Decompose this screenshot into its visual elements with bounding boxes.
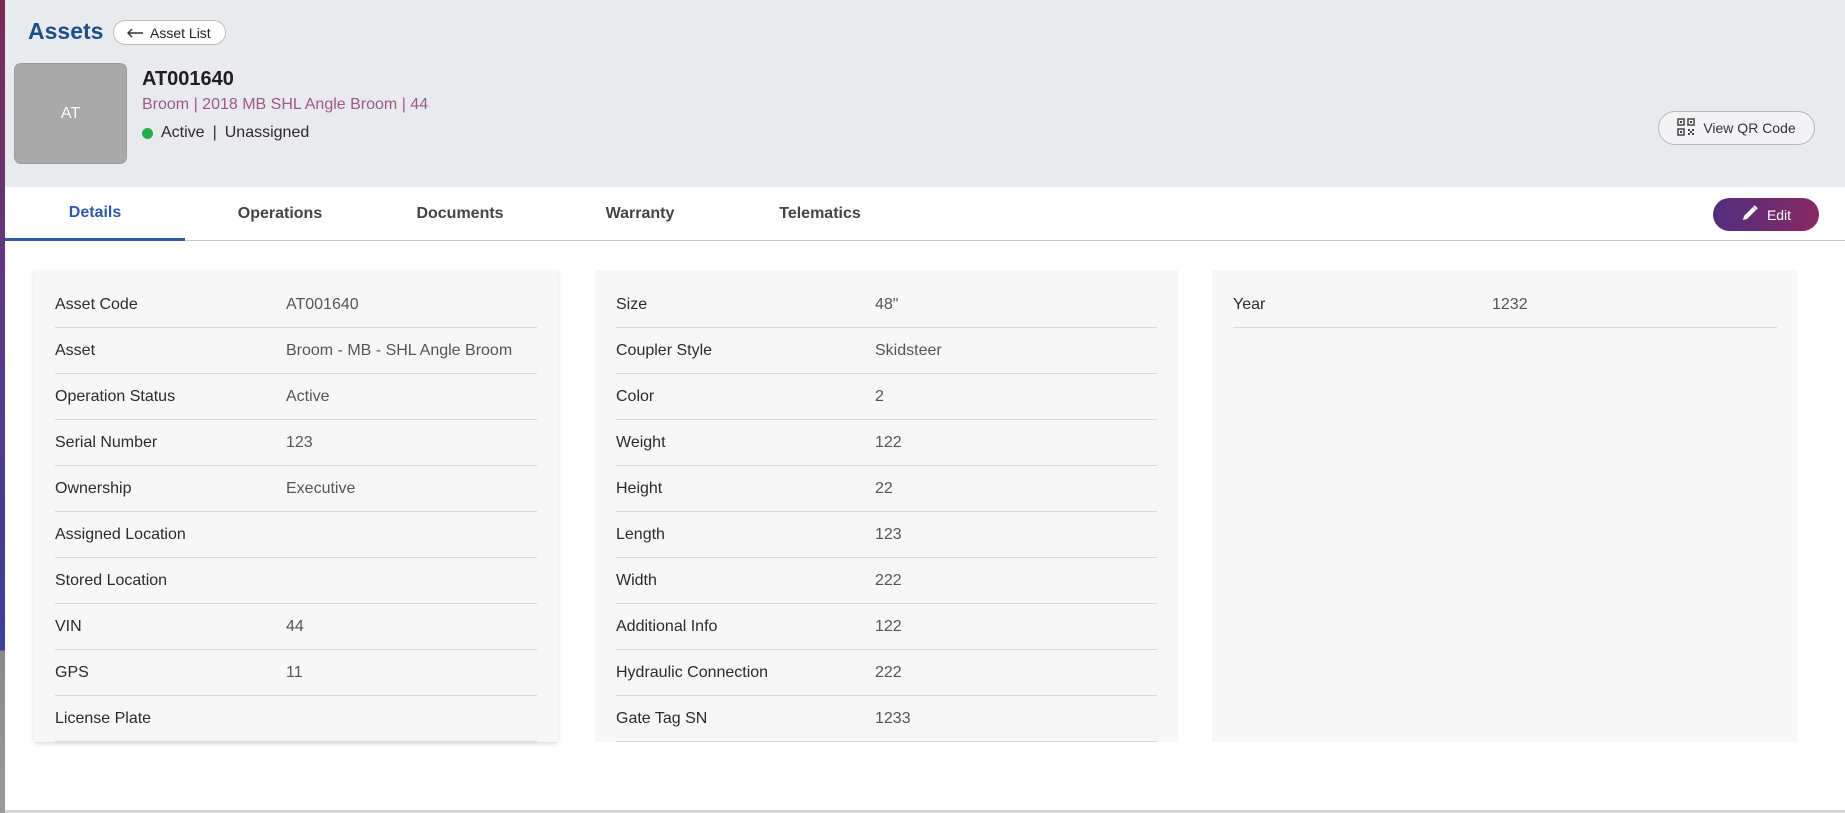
back-button-label: Asset List xyxy=(150,24,211,41)
detail-value: 48" xyxy=(875,295,899,313)
detail-value: 222 xyxy=(875,663,902,681)
detail-value: 2 xyxy=(875,387,884,405)
detail-label: Color xyxy=(616,387,655,405)
asset-avatar: AT xyxy=(14,63,127,164)
detail-value: 1232 xyxy=(1492,295,1528,313)
detail-label: Additional Info xyxy=(616,617,718,635)
detail-value: 123 xyxy=(875,525,902,543)
detail-row: Coupler Style Skidsteer xyxy=(616,328,1157,374)
detail-label: Assigned Location xyxy=(55,525,186,543)
details-card-general: Asset Code AT001640 Asset Broom - MB - SHL… xyxy=(34,270,558,742)
detail-label: Weight xyxy=(616,433,666,451)
detail-label: GPS xyxy=(55,663,89,681)
detail-value: Broom - MB - SHL Angle Broom xyxy=(286,341,513,359)
detail-row: Width 222 xyxy=(616,558,1157,604)
detail-row: Year 1232 xyxy=(1233,282,1777,328)
detail-value: 22 xyxy=(875,479,893,497)
detail-value: 11 xyxy=(286,663,303,681)
tab-label: Documents xyxy=(416,204,504,222)
detail-label: Hydraulic Connection xyxy=(616,663,769,681)
detail-row: Length 123 xyxy=(616,512,1157,558)
edit-button[interactable]: Edit xyxy=(1713,198,1819,231)
detail-value: 44 xyxy=(286,617,304,635)
status-dot-icon xyxy=(142,127,153,139)
detail-label: Stored Location xyxy=(55,571,168,589)
detail-row: Additional Info 122 xyxy=(616,604,1157,650)
detail-row: Operation Status Active xyxy=(55,374,537,420)
detail-label: Operation Status xyxy=(55,387,176,405)
tab-warranty[interactable]: Warranty xyxy=(550,187,730,240)
detail-row: Assigned Location xyxy=(55,512,537,558)
qr-code-icon xyxy=(1677,117,1696,139)
detail-label: License Plate xyxy=(55,709,152,727)
tab-bar: Details Operations Documents Warranty Te… xyxy=(5,187,1845,241)
edit-button-label: Edit xyxy=(1766,206,1792,223)
detail-value: Active xyxy=(286,387,330,405)
asset-list-back-button[interactable]: Asset List xyxy=(113,20,226,45)
tab-label: Warranty xyxy=(605,204,675,222)
detail-row: Gate Tag SN 1233 xyxy=(616,696,1157,742)
detail-label: Coupler Style xyxy=(616,341,713,359)
page-title: Assets xyxy=(28,18,104,44)
tab-telematics[interactable]: Telematics xyxy=(730,187,910,240)
detail-row: Asset Code AT001640 xyxy=(55,282,537,328)
detail-label: Year xyxy=(1233,295,1266,313)
detail-value: Executive xyxy=(286,479,356,497)
detail-value: 222 xyxy=(875,571,902,589)
detail-row: Stored Location xyxy=(55,558,537,604)
arrow-left-icon xyxy=(126,25,144,41)
detail-label: Asset xyxy=(55,341,96,359)
detail-label: Ownership xyxy=(55,479,132,497)
tab-label: Operations xyxy=(237,204,323,222)
detail-value: 122 xyxy=(875,433,902,451)
detail-label: Asset Code xyxy=(55,295,138,313)
detail-row: VIN 44 xyxy=(55,604,537,650)
detail-row: License Plate xyxy=(55,696,537,742)
detail-value: 1233 xyxy=(875,709,911,727)
detail-label: VIN xyxy=(55,617,82,635)
detail-row: Size 48" xyxy=(616,282,1157,328)
detail-value: AT001640 xyxy=(286,295,359,313)
detail-row: Weight 122 xyxy=(616,420,1157,466)
detail-label: Size xyxy=(616,295,648,313)
detail-row: Ownership Executive xyxy=(55,466,537,512)
detail-row: Asset Broom - MB - SHL Angle Broom xyxy=(55,328,537,374)
assignment-text: Unassigned xyxy=(224,124,310,141)
detail-row: Color 2 xyxy=(616,374,1157,420)
asset-subtitle: Broom | 2018 MB SHL Angle Broom | 44 xyxy=(142,96,429,113)
tab-label: Telematics xyxy=(779,204,861,222)
tab-documents[interactable]: Documents xyxy=(370,187,550,240)
status-separator: | xyxy=(212,124,217,141)
detail-row: Height 22 xyxy=(616,466,1157,512)
avatar-initials: AT xyxy=(60,104,81,122)
detail-label: Serial Number xyxy=(55,433,158,451)
status-text: Active xyxy=(161,124,205,141)
asset-id: AT001640 xyxy=(142,68,234,90)
qr-button-label: View QR Code xyxy=(1703,120,1796,136)
pencil-icon xyxy=(1741,204,1759,225)
tab-label: Details xyxy=(68,203,122,221)
asset-header: Assets Asset List AT AT001640 Broom | 20… xyxy=(5,0,1845,187)
details-card-extra: Year 1232 xyxy=(1212,270,1798,742)
detail-row: Serial Number 123 xyxy=(55,420,537,466)
detail-label: Gate Tag SN xyxy=(616,709,708,727)
detail-value: 122 xyxy=(875,617,902,635)
asset-status-line: Active | Unassigned xyxy=(142,124,309,142)
view-qr-code-button[interactable]: View QR Code xyxy=(1658,111,1815,145)
details-card-specs: Size 48" Coupler Style Skidsteer Color 2 We… xyxy=(595,270,1178,742)
detail-row: Hydraulic Connection 222 xyxy=(616,650,1157,696)
detail-value: Skidsteer xyxy=(875,341,942,359)
detail-label: Height xyxy=(616,479,663,497)
tab-details[interactable]: Details xyxy=(5,187,185,241)
detail-label: Length xyxy=(616,525,665,543)
detail-label: Width xyxy=(616,571,657,589)
detail-row: GPS 11 xyxy=(55,650,537,696)
tab-operations[interactable]: Operations xyxy=(190,187,370,240)
detail-value: 123 xyxy=(286,433,313,451)
